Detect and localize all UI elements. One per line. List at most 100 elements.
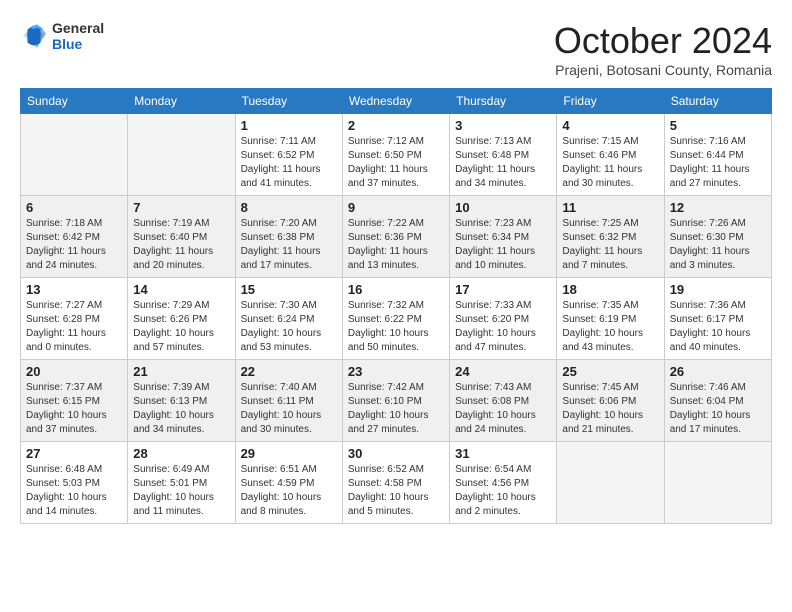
location: Prajeni, Botosani County, Romania: [554, 62, 772, 78]
day-number: 25: [562, 364, 658, 379]
logo-text: General Blue: [52, 20, 104, 52]
day-number: 18: [562, 282, 658, 297]
day-detail: Sunrise: 7:12 AM Sunset: 6:50 PM Dayligh…: [348, 135, 444, 191]
day-detail: Sunrise: 7:40 AM Sunset: 6:11 PM Dayligh…: [241, 381, 337, 437]
day-number: 20: [26, 364, 122, 379]
calendar-day-cell: 18 Sunrise: 7:35 AM Sunset: 6:19 PM Dayli…: [557, 278, 664, 360]
day-number: 16: [348, 282, 444, 297]
calendar-table: SundayMondayTuesdayWednesdayThursdayFrid…: [20, 88, 772, 524]
calendar-week-row: 27 Sunrise: 6:48 AM Sunset: 5:03 PM Dayli…: [21, 442, 772, 524]
day-detail: Sunrise: 7:37 AM Sunset: 6:15 PM Dayligh…: [26, 381, 122, 437]
month-title: October 2024: [554, 20, 772, 62]
day-detail: Sunrise: 7:43 AM Sunset: 6:08 PM Dayligh…: [455, 381, 551, 437]
day-number: 23: [348, 364, 444, 379]
calendar-day-cell: 4 Sunrise: 7:15 AM Sunset: 6:46 PM Daylig…: [557, 114, 664, 196]
calendar-day-cell: [21, 114, 128, 196]
day-number: 31: [455, 446, 551, 461]
calendar-day-cell: 19 Sunrise: 7:36 AM Sunset: 6:17 PM Dayli…: [664, 278, 771, 360]
day-detail: Sunrise: 6:51 AM Sunset: 4:59 PM Dayligh…: [241, 463, 337, 519]
weekday-header: Friday: [557, 89, 664, 114]
day-detail: Sunrise: 7:45 AM Sunset: 6:06 PM Dayligh…: [562, 381, 658, 437]
day-detail: Sunrise: 7:19 AM Sunset: 6:40 PM Dayligh…: [133, 217, 229, 273]
day-detail: Sunrise: 7:46 AM Sunset: 6:04 PM Dayligh…: [670, 381, 766, 437]
day-number: 5: [670, 118, 766, 133]
day-number: 4: [562, 118, 658, 133]
calendar-day-cell: [664, 442, 771, 524]
calendar-day-cell: 31 Sunrise: 6:54 AM Sunset: 4:56 PM Dayli…: [450, 442, 557, 524]
calendar-week-row: 20 Sunrise: 7:37 AM Sunset: 6:15 PM Dayli…: [21, 360, 772, 442]
calendar-day-cell: 1 Sunrise: 7:11 AM Sunset: 6:52 PM Daylig…: [235, 114, 342, 196]
day-detail: Sunrise: 7:25 AM Sunset: 6:32 PM Dayligh…: [562, 217, 658, 273]
calendar-day-cell: 26 Sunrise: 7:46 AM Sunset: 6:04 PM Dayli…: [664, 360, 771, 442]
day-number: 30: [348, 446, 444, 461]
calendar-day-cell: 28Sunrise: 6:49 AM Sunset: 5:01 PM Dayli…: [128, 442, 235, 524]
title-block: October 2024 Prajeni, Botosani County, R…: [554, 20, 772, 78]
calendar-day-cell: 20 Sunrise: 7:37 AM Sunset: 6:15 PM Dayli…: [21, 360, 128, 442]
calendar-day-cell: 7Sunrise: 7:19 AM Sunset: 6:40 PM Daylig…: [128, 196, 235, 278]
weekday-header: Saturday: [664, 89, 771, 114]
day-detail: Sunrise: 7:13 AM Sunset: 6:48 PM Dayligh…: [455, 135, 551, 191]
day-detail: Sunrise: 6:54 AM Sunset: 4:56 PM Dayligh…: [455, 463, 551, 519]
day-detail: Sunrise: 7:39 AM Sunset: 6:13 PM Dayligh…: [133, 381, 229, 437]
day-detail: Sunrise: 7:18 AM Sunset: 6:42 PM Dayligh…: [26, 217, 122, 273]
calendar-day-cell: 16 Sunrise: 7:32 AM Sunset: 6:22 PM Dayli…: [342, 278, 449, 360]
day-number: 13: [26, 282, 122, 297]
day-number: 2: [348, 118, 444, 133]
day-number: 29: [241, 446, 337, 461]
day-detail: Sunrise: 7:33 AM Sunset: 6:20 PM Dayligh…: [455, 299, 551, 355]
day-number: 22: [241, 364, 337, 379]
calendar-day-cell: 14Sunrise: 7:29 AM Sunset: 6:26 PM Dayli…: [128, 278, 235, 360]
day-number: 17: [455, 282, 551, 297]
day-number: 1: [241, 118, 337, 133]
day-detail: Sunrise: 7:27 AM Sunset: 6:28 PM Dayligh…: [26, 299, 122, 355]
page-header: General Blue October 2024 Prajeni, Botos…: [20, 20, 772, 78]
day-detail: Sunrise: 7:16 AM Sunset: 6:44 PM Dayligh…: [670, 135, 766, 191]
day-detail: Sunrise: 7:42 AM Sunset: 6:10 PM Dayligh…: [348, 381, 444, 437]
calendar-day-cell: 13 Sunrise: 7:27 AM Sunset: 6:28 PM Dayli…: [21, 278, 128, 360]
day-number: 3: [455, 118, 551, 133]
calendar-day-cell: 29 Sunrise: 6:51 AM Sunset: 4:59 PM Dayli…: [235, 442, 342, 524]
calendar-day-cell: 27 Sunrise: 6:48 AM Sunset: 5:03 PM Dayli…: [21, 442, 128, 524]
logo-blue: Blue: [52, 36, 104, 52]
calendar-day-cell: 24Sunrise: 7:43 AM Sunset: 6:08 PM Dayli…: [450, 360, 557, 442]
day-detail: Sunrise: 7:11 AM Sunset: 6:52 PM Dayligh…: [241, 135, 337, 191]
calendar-day-cell: 3 Sunrise: 7:13 AM Sunset: 6:48 PM Daylig…: [450, 114, 557, 196]
day-number: 27: [26, 446, 122, 461]
day-number: 21: [133, 364, 229, 379]
day-number: 11: [562, 200, 658, 215]
day-number: 19: [670, 282, 766, 297]
day-detail: Sunrise: 7:23 AM Sunset: 6:34 PM Dayligh…: [455, 217, 551, 273]
day-number: 10: [455, 200, 551, 215]
day-detail: Sunrise: 7:26 AM Sunset: 6:30 PM Dayligh…: [670, 217, 766, 273]
weekday-header-row: SundayMondayTuesdayWednesdayThursdayFrid…: [21, 89, 772, 114]
calendar-day-cell: 30 Sunrise: 6:52 AM Sunset: 4:58 PM Dayli…: [342, 442, 449, 524]
calendar-day-cell: 17 Sunrise: 7:33 AM Sunset: 6:20 PM Dayli…: [450, 278, 557, 360]
logo: General Blue: [20, 20, 104, 52]
logo-general: General: [52, 20, 104, 36]
calendar-day-cell: 9Sunrise: 7:22 AM Sunset: 6:36 PM Daylig…: [342, 196, 449, 278]
day-detail: Sunrise: 7:36 AM Sunset: 6:17 PM Dayligh…: [670, 299, 766, 355]
calendar-day-cell: 2 Sunrise: 7:12 AM Sunset: 6:50 PM Daylig…: [342, 114, 449, 196]
weekday-header: Thursday: [450, 89, 557, 114]
calendar-day-cell: 5 Sunrise: 7:16 AM Sunset: 6:44 PM Daylig…: [664, 114, 771, 196]
day-detail: Sunrise: 7:15 AM Sunset: 6:46 PM Dayligh…: [562, 135, 658, 191]
weekday-header: Tuesday: [235, 89, 342, 114]
weekday-header: Monday: [128, 89, 235, 114]
day-detail: Sunrise: 6:48 AM Sunset: 5:03 PM Dayligh…: [26, 463, 122, 519]
calendar-week-row: 1 Sunrise: 7:11 AM Sunset: 6:52 PM Daylig…: [21, 114, 772, 196]
day-detail: Sunrise: 6:49 AM Sunset: 5:01 PM Dayligh…: [133, 463, 229, 519]
calendar-day-cell: 22 Sunrise: 7:40 AM Sunset: 6:11 PM Dayli…: [235, 360, 342, 442]
day-detail: Sunrise: 7:35 AM Sunset: 6:19 PM Dayligh…: [562, 299, 658, 355]
calendar-day-cell: 6Sunrise: 7:18 AM Sunset: 6:42 PM Daylig…: [21, 196, 128, 278]
calendar-day-cell: 10 Sunrise: 7:23 AM Sunset: 6:34 PM Dayli…: [450, 196, 557, 278]
day-number: 26: [670, 364, 766, 379]
day-detail: Sunrise: 7:20 AM Sunset: 6:38 PM Dayligh…: [241, 217, 337, 273]
day-number: 9: [348, 200, 444, 215]
calendar-day-cell: [557, 442, 664, 524]
day-detail: Sunrise: 7:32 AM Sunset: 6:22 PM Dayligh…: [348, 299, 444, 355]
calendar-day-cell: [128, 114, 235, 196]
calendar-day-cell: 11 Sunrise: 7:25 AM Sunset: 6:32 PM Dayli…: [557, 196, 664, 278]
day-number: 12: [670, 200, 766, 215]
logo-icon: [20, 22, 48, 50]
day-detail: Sunrise: 6:52 AM Sunset: 4:58 PM Dayligh…: [348, 463, 444, 519]
